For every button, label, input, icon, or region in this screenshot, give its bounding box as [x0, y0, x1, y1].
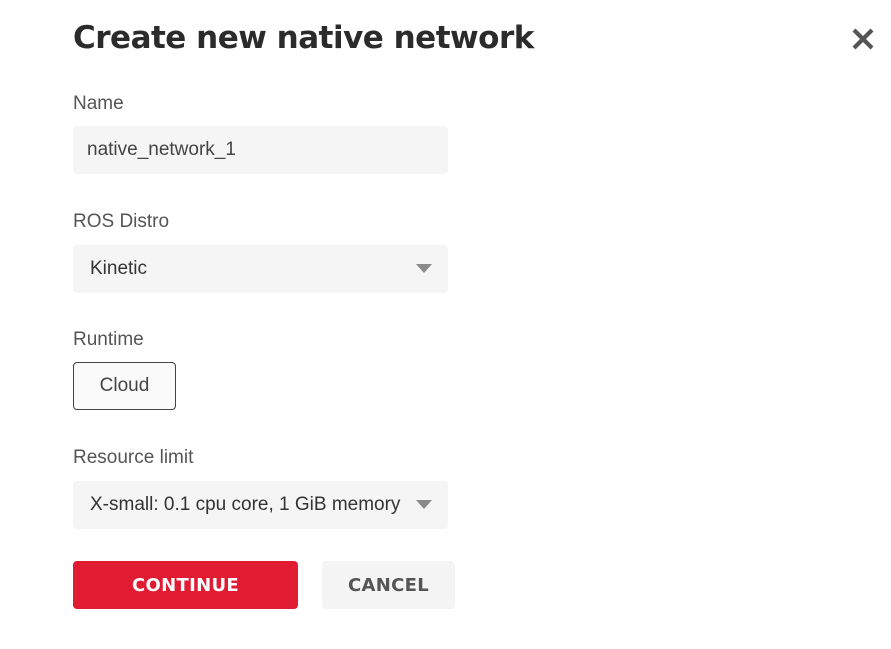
continue-button[interactable]: CONTINUE — [73, 561, 298, 609]
cancel-button[interactable]: CANCEL — [322, 561, 455, 609]
name-input[interactable] — [73, 126, 448, 174]
ros-distro-select[interactable]: Kinetic — [73, 245, 448, 293]
runtime-cloud-option[interactable]: Cloud — [73, 362, 176, 410]
close-icon — [852, 28, 874, 50]
ros-distro-label: ROS Distro — [73, 211, 170, 232]
dialog-title: Create new native network — [73, 20, 534, 56]
resource-limit-value: X-small: 0.1 cpu core, 1 GiB memory — [90, 494, 401, 515]
ros-distro-value: Kinetic — [90, 258, 148, 279]
runtime-label: Runtime — [73, 329, 144, 350]
close-button[interactable] — [846, 22, 880, 56]
name-label: Name — [73, 93, 124, 114]
create-network-dialog: Create new native network Name ROS Distr… — [0, 0, 891, 649]
dropdown-caret-icon — [416, 500, 432, 509]
resource-limit-label: Resource limit — [73, 447, 194, 468]
resource-limit-select[interactable]: X-small: 0.1 cpu core, 1 GiB memory — [73, 481, 448, 529]
dropdown-caret-icon — [416, 264, 432, 273]
